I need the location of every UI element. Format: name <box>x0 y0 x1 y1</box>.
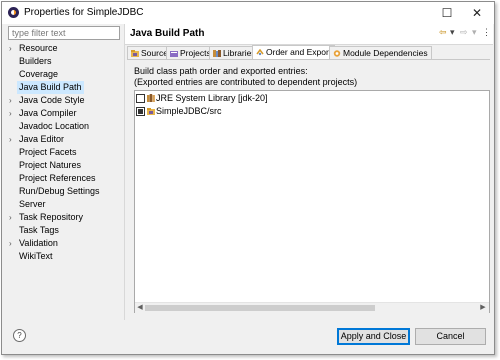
tree-item-label: Project Natures <box>19 160 82 170</box>
entry-label: SimpleJDBC/src <box>156 106 222 116</box>
tab-label: Libraries <box>223 48 256 58</box>
tree-item-label: Task Repository <box>19 212 84 222</box>
tree-item-label: Java Code Style <box>19 95 85 105</box>
scroll-left-icon[interactable]: ◀ <box>135 303 145 313</box>
tab-separator <box>127 59 490 60</box>
tab-order-and-export[interactable]: Order and Export <box>252 45 336 60</box>
tree-item-wikitext[interactable]: WikiText <box>8 250 120 263</box>
tree-item-java-build-path[interactable]: Java Build Path <box>8 81 120 94</box>
export-checkbox[interactable] <box>136 94 145 103</box>
dropdown-icon[interactable]: ▾ <box>450 27 455 38</box>
tree-item-coverage[interactable]: Coverage <box>8 68 120 81</box>
tree-item-java-compiler[interactable]: › Java Compiler <box>8 107 120 120</box>
tree-item-java-editor[interactable]: › Java Editor <box>8 133 120 146</box>
cancel-button[interactable]: Cancel <box>415 328 486 345</box>
tree-item-label: Server <box>19 199 46 209</box>
tab-module-dependencies[interactable]: Module Dependencies <box>329 46 432 59</box>
tree-item-run-debug-settings[interactable]: Run/Debug Settings <box>8 185 120 198</box>
tree-item-label: Java Compiler <box>19 108 77 118</box>
dropdown-icon[interactable]: ▾ <box>472 27 477 38</box>
tree-item-resource[interactable]: › Resource <box>8 42 120 55</box>
apply-and-close-button[interactable]: Apply and Close <box>337 328 410 345</box>
tree-item-project-references[interactable]: Project References <box>8 172 120 185</box>
export-checkbox[interactable] <box>136 107 145 116</box>
tree-item-label: Task Tags <box>19 225 59 235</box>
horizontal-scrollbar[interactable]: ◀ ▶ <box>135 302 489 313</box>
entry-label: JRE System Library [jdk-20] <box>156 93 268 103</box>
tree-item-server[interactable]: Server <box>8 198 120 211</box>
help-icon[interactable]: ? <box>13 329 26 342</box>
chevron-right-icon[interactable]: › <box>9 133 17 146</box>
view-menu-icon[interactable]: ⋮ <box>482 27 491 38</box>
back-arrow-icon[interactable]: ⇦ <box>439 27 447 38</box>
eclipse-icon <box>8 7 19 18</box>
tree-item-validation[interactable]: › Validation <box>8 237 120 250</box>
tree-item-label: Java Editor <box>19 134 65 144</box>
tab-label: Projects <box>180 48 211 58</box>
tree-item-label: Javadoc Location <box>19 121 90 131</box>
order-export-icon <box>256 49 264 56</box>
page-header: Java Build Path ⇦ ▾ ⇨ ▾ ⋮ <box>125 24 493 45</box>
tab-label: Source <box>141 48 168 58</box>
property-page-tree: › Resource Builders Coverage Java Build Path… <box>8 42 120 263</box>
tree-item-task-tags[interactable]: Task Tags <box>8 224 120 237</box>
tree-item-project-natures[interactable]: Project Natures <box>8 159 120 172</box>
tree-item-java-code-style[interactable]: › Java Code Style <box>8 94 120 107</box>
sash-divider[interactable] <box>124 24 125 320</box>
library-icon <box>147 94 155 102</box>
tree-item-label: Project Facets <box>19 147 77 157</box>
maximize-button[interactable]: ☐ <box>432 2 462 24</box>
tree-item-label: Java Build Path <box>17 81 84 94</box>
tree-item-label: Project References <box>19 173 96 183</box>
tree-item-label: Validation <box>19 238 58 248</box>
tree-item-builders[interactable]: Builders <box>8 55 120 68</box>
chevron-right-icon[interactable]: › <box>9 94 17 107</box>
tab-label: Order and Export <box>266 47 332 57</box>
tab-label: Module Dependencies <box>343 48 428 58</box>
chevron-right-icon[interactable]: › <box>9 107 17 120</box>
page-title: Java Build Path <box>130 28 205 39</box>
chevron-right-icon[interactable]: › <box>9 211 17 224</box>
title-bar: Properties for SimpleJDBC ☐ ✕ <box>2 2 494 24</box>
filter-input[interactable] <box>8 26 120 40</box>
properties-dialog: Properties for SimpleJDBC ☐ ✕ ›ResourceB… <box>1 1 495 355</box>
tree-item-label: WikiText <box>19 251 53 261</box>
description-line-1: Build class path order and exported entr… <box>134 66 308 76</box>
tree-item-project-facets[interactable]: Project Facets <box>8 146 120 159</box>
close-button[interactable]: ✕ <box>462 2 492 24</box>
chevron-right-icon[interactable]: › <box>9 237 17 250</box>
order-export-list[interactable]: JRE System Library [jdk-20] SimpleJDBC/s… <box>134 90 490 313</box>
tab-projects[interactable]: Projects <box>166 46 215 59</box>
forward-arrow-icon[interactable]: ⇨ <box>460 27 468 38</box>
tree-item-label: Resource <box>19 43 58 53</box>
tree-item-label: Builders <box>19 56 52 66</box>
libraries-icon <box>213 50 221 57</box>
tree-item-task-repository[interactable]: › Task Repository <box>8 211 120 224</box>
module-icon <box>333 50 341 57</box>
chevron-right-icon[interactable]: › <box>9 42 17 55</box>
tree-item-label: Coverage <box>19 69 59 79</box>
tree-item-label: Run/Debug Settings <box>19 186 100 196</box>
source-folder-icon <box>131 50 139 57</box>
tree-item-javadoc-location[interactable]: Javadoc Location <box>8 120 120 133</box>
scrollbar-thumb[interactable] <box>145 305 375 311</box>
scroll-right-icon[interactable]: ▶ <box>478 303 488 313</box>
package-folder-icon <box>147 108 155 115</box>
description-line-2: (Exported entries are contributed to dep… <box>134 77 358 87</box>
projects-icon <box>170 51 178 57</box>
window-title: Properties for SimpleJDBC <box>24 7 144 18</box>
